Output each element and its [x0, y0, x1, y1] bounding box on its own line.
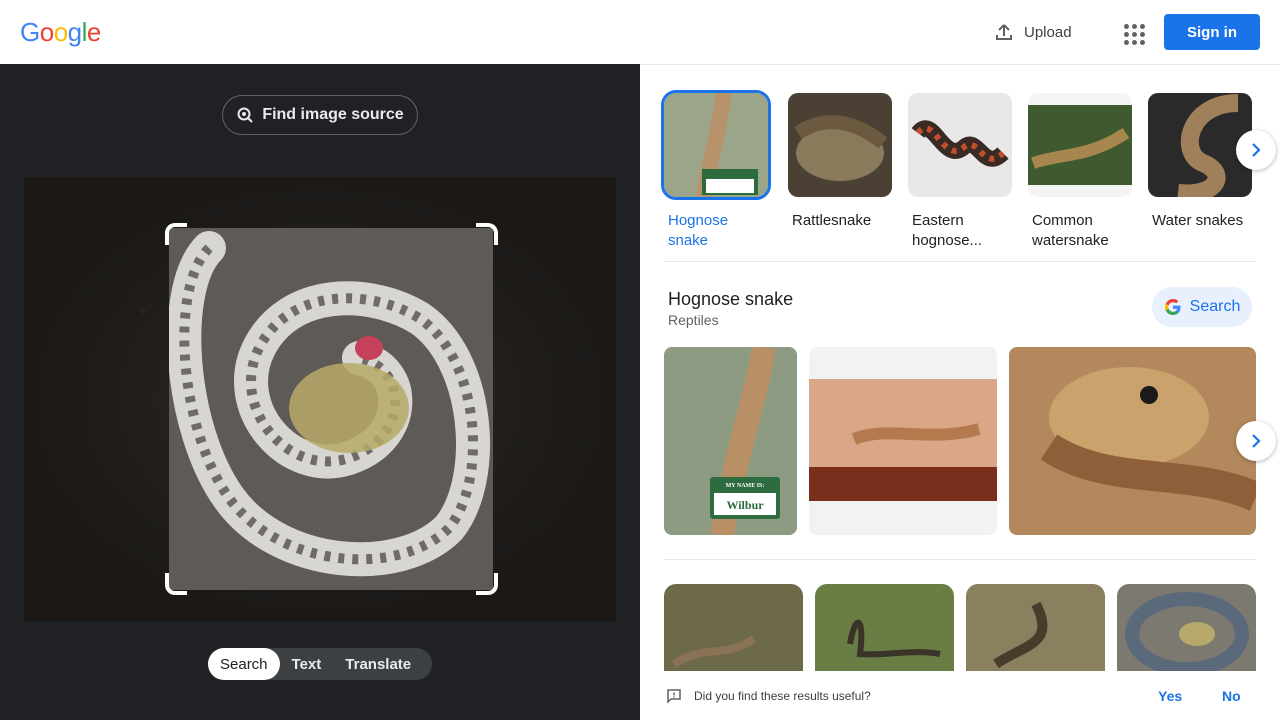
related-item-common-watersnake[interactable]: Common watersnake [1028, 93, 1132, 251]
knowledge-panel-subtitle: Reptiles [668, 312, 719, 328]
logo-letter-g2: g [67, 17, 82, 47]
lens-search-icon [236, 106, 254, 124]
result-image[interactable] [815, 584, 954, 672]
result-image[interactable]: MY NAME IS: Wilbur [664, 347, 797, 535]
chevron-right-icon [1248, 142, 1264, 158]
crop-handle-top-left[interactable] [165, 223, 187, 245]
related-item-label: Water snakes [1152, 212, 1244, 229]
apps-grid-icon[interactable] [1116, 16, 1148, 48]
name-tag-line1: MY NAME IS: [726, 483, 765, 489]
feedback-bar: Did you find these results useful? Yes N… [640, 671, 1280, 721]
logo-letter-o2: o [53, 17, 68, 47]
feedback-no-button[interactable]: No [1222, 688, 1241, 704]
crop-handle-bottom-right[interactable] [476, 573, 498, 595]
related-item-label: Common watersnake [1032, 212, 1109, 249]
upload-button[interactable]: Upload [986, 14, 1080, 50]
result-image[interactable] [809, 347, 997, 535]
logo-letter-g: G [20, 17, 40, 47]
crop-handle-top-right[interactable] [476, 223, 498, 245]
upload-label: Upload [1024, 23, 1072, 41]
header: Google Upload Sign in [0, 0, 1280, 64]
result-image[interactable] [1009, 347, 1256, 535]
carousel-next-button[interactable] [1236, 421, 1276, 461]
sign-in-button[interactable]: Sign in [1164, 14, 1260, 50]
divider [664, 261, 1256, 262]
tab-text[interactable]: Text [280, 648, 334, 680]
lens-mode-tabs: Search Text Translate [208, 648, 432, 680]
related-item-label: Rattlesnake [792, 212, 872, 229]
carousel-next-button[interactable] [1236, 130, 1276, 170]
results-panel: Hognose snake Rattlesnake Eastern hognos… [640, 64, 1280, 721]
related-item-hognose-snake[interactable]: Hognose snake [661, 90, 771, 251]
result-image[interactable] [664, 584, 803, 672]
name-tag-line2: Wilbur [726, 498, 764, 512]
knowledge-panel-title: Hognose snake [668, 289, 794, 309]
google-search-label: Search [1189, 298, 1241, 315]
lens-image-panel: Find image source Search Text Translate [0, 64, 640, 720]
crop-handle-bottom-left[interactable] [165, 573, 187, 595]
related-thumb [908, 93, 1012, 197]
find-image-source-button[interactable]: Find image source [222, 95, 418, 135]
snake-image [169, 228, 493, 590]
related-item-rattlesnake[interactable]: Rattlesnake [788, 93, 892, 231]
feedback-question: Did you find these results useful? [694, 689, 871, 703]
feedback-yes-button[interactable]: Yes [1158, 688, 1182, 704]
related-item-eastern-hognose[interactable]: Eastern hognose... [908, 93, 1012, 251]
google-search-button[interactable]: Search [1152, 287, 1252, 327]
chevron-right-icon [1248, 433, 1264, 449]
result-image[interactable] [966, 584, 1105, 672]
related-item-water-snakes[interactable]: Water snakes [1148, 93, 1252, 231]
uploaded-image [24, 177, 616, 621]
related-item-label: Eastern hognose... [912, 212, 983, 249]
tab-translate[interactable]: Translate [333, 648, 423, 680]
related-thumb [661, 90, 771, 200]
result-image[interactable] [1117, 584, 1256, 672]
selected-crop-region[interactable] [169, 228, 493, 590]
related-entities-carousel: Hognose snake Rattlesnake Eastern hognos… [661, 90, 1264, 253]
related-thumb [1028, 93, 1132, 197]
feedback-icon [666, 688, 682, 704]
related-item-label: Hognose snake [668, 212, 729, 249]
upload-icon [994, 22, 1014, 42]
find-image-source-label: Find image source [262, 106, 404, 123]
logo-letter-o1: o [39, 17, 54, 47]
related-thumb [788, 93, 892, 197]
divider [664, 559, 1256, 560]
google-logo[interactable]: Google [20, 17, 101, 48]
tab-search[interactable]: Search [208, 648, 280, 680]
logo-letter-e: e [86, 17, 101, 47]
google-g-icon [1164, 298, 1182, 316]
